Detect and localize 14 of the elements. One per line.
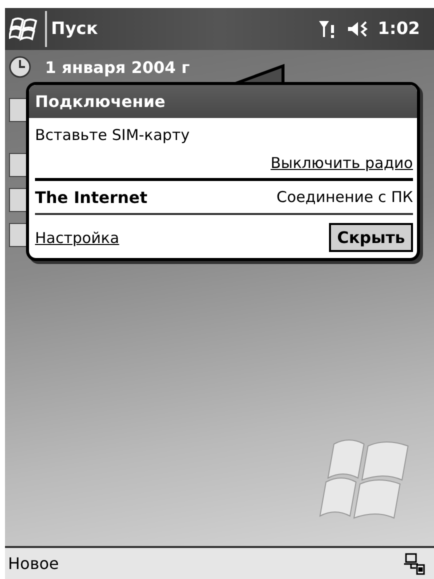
popup-title: Подключение (29, 85, 417, 118)
clock-time[interactable]: 1:02 (378, 19, 420, 39)
connection-status: Соединение с ПК (276, 188, 413, 207)
speaker-icon[interactable] (346, 19, 370, 39)
connectivity-icon[interactable] (404, 552, 426, 574)
hide-button[interactable]: Скрыть (329, 223, 413, 252)
connection-name: The Internet (35, 188, 148, 207)
radio-off-link[interactable]: Выключить радио (270, 154, 413, 172)
date-text[interactable]: 1 января 2004 г (45, 58, 190, 76)
start-label[interactable]: Пуск (47, 19, 98, 39)
settings-link[interactable]: Настройка (35, 228, 120, 246)
sim-status-text: Вставьте SIM-карту (35, 126, 191, 144)
new-menu[interactable]: Новое (8, 554, 59, 573)
clock-icon[interactable] (9, 56, 31, 78)
